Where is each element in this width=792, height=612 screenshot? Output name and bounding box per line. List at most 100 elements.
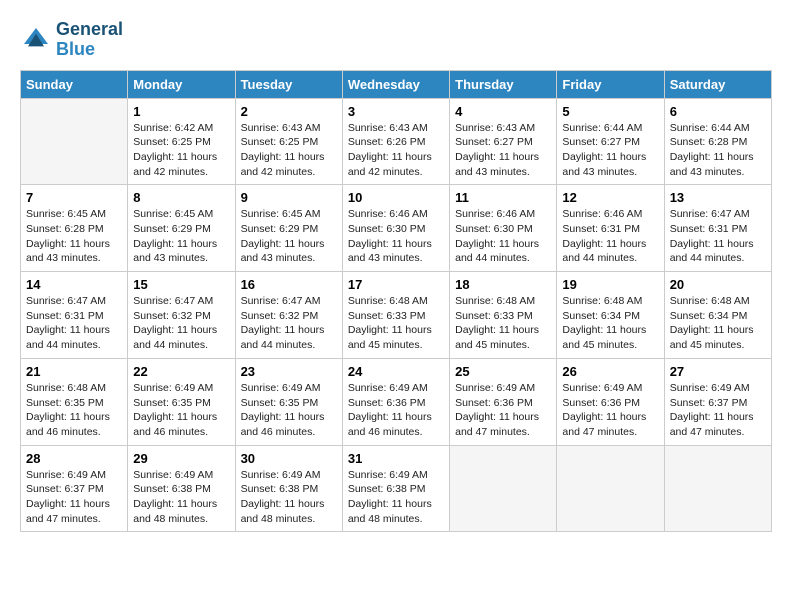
cell-info: Sunrise: 6:49 AMSunset: 6:37 PMDaylight:… [26, 468, 122, 527]
day-header-tuesday: Tuesday [235, 70, 342, 98]
cell-info: Sunrise: 6:49 AMSunset: 6:35 PMDaylight:… [133, 381, 229, 440]
calendar-cell: 21 Sunrise: 6:48 AMSunset: 6:35 PMDaylig… [21, 358, 128, 445]
day-header-saturday: Saturday [664, 70, 771, 98]
calendar-cell: 19 Sunrise: 6:48 AMSunset: 6:34 PMDaylig… [557, 272, 664, 359]
calendar-cell: 12 Sunrise: 6:46 AMSunset: 6:31 PMDaylig… [557, 185, 664, 272]
calendar-cell: 10 Sunrise: 6:46 AMSunset: 6:30 PMDaylig… [342, 185, 449, 272]
calendar-cell: 27 Sunrise: 6:49 AMSunset: 6:37 PMDaylig… [664, 358, 771, 445]
cell-info: Sunrise: 6:49 AMSunset: 6:37 PMDaylight:… [670, 381, 766, 440]
cell-info: Sunrise: 6:47 AMSunset: 6:31 PMDaylight:… [670, 207, 766, 266]
calendar-cell: 16 Sunrise: 6:47 AMSunset: 6:32 PMDaylig… [235, 272, 342, 359]
day-number: 8 [133, 190, 229, 205]
day-number: 16 [241, 277, 337, 292]
calendar-cell: 18 Sunrise: 6:48 AMSunset: 6:33 PMDaylig… [450, 272, 557, 359]
cell-info: Sunrise: 6:45 AMSunset: 6:28 PMDaylight:… [26, 207, 122, 266]
calendar-cell: 25 Sunrise: 6:49 AMSunset: 6:36 PMDaylig… [450, 358, 557, 445]
day-number: 28 [26, 451, 122, 466]
week-row-3: 14 Sunrise: 6:47 AMSunset: 6:31 PMDaylig… [21, 272, 772, 359]
calendar-cell: 4 Sunrise: 6:43 AMSunset: 6:27 PMDayligh… [450, 98, 557, 185]
calendar-cell: 15 Sunrise: 6:47 AMSunset: 6:32 PMDaylig… [128, 272, 235, 359]
cell-info: Sunrise: 6:49 AMSunset: 6:36 PMDaylight:… [562, 381, 658, 440]
day-number: 10 [348, 190, 444, 205]
calendar-cell: 22 Sunrise: 6:49 AMSunset: 6:35 PMDaylig… [128, 358, 235, 445]
calendar-cell [664, 445, 771, 532]
day-header-wednesday: Wednesday [342, 70, 449, 98]
calendar-cell: 30 Sunrise: 6:49 AMSunset: 6:38 PMDaylig… [235, 445, 342, 532]
day-header-friday: Friday [557, 70, 664, 98]
cell-info: Sunrise: 6:44 AMSunset: 6:28 PMDaylight:… [670, 121, 766, 180]
cell-info: Sunrise: 6:48 AMSunset: 6:35 PMDaylight:… [26, 381, 122, 440]
header-row: SundayMondayTuesdayWednesdayThursdayFrid… [21, 70, 772, 98]
calendar-cell: 31 Sunrise: 6:49 AMSunset: 6:38 PMDaylig… [342, 445, 449, 532]
day-header-sunday: Sunday [21, 70, 128, 98]
cell-info: Sunrise: 6:49 AMSunset: 6:36 PMDaylight:… [455, 381, 551, 440]
calendar-cell: 2 Sunrise: 6:43 AMSunset: 6:25 PMDayligh… [235, 98, 342, 185]
day-header-monday: Monday [128, 70, 235, 98]
day-number: 22 [133, 364, 229, 379]
calendar-cell [557, 445, 664, 532]
cell-info: Sunrise: 6:44 AMSunset: 6:27 PMDaylight:… [562, 121, 658, 180]
day-number: 4 [455, 104, 551, 119]
logo-text: General Blue [56, 20, 123, 60]
day-number: 27 [670, 364, 766, 379]
calendar-cell: 1 Sunrise: 6:42 AMSunset: 6:25 PMDayligh… [128, 98, 235, 185]
cell-info: Sunrise: 6:47 AMSunset: 6:31 PMDaylight:… [26, 294, 122, 353]
calendar-cell [450, 445, 557, 532]
day-number: 9 [241, 190, 337, 205]
calendar-cell: 29 Sunrise: 6:49 AMSunset: 6:38 PMDaylig… [128, 445, 235, 532]
day-number: 6 [670, 104, 766, 119]
logo: General Blue [20, 20, 123, 60]
calendar-cell: 23 Sunrise: 6:49 AMSunset: 6:35 PMDaylig… [235, 358, 342, 445]
cell-info: Sunrise: 6:48 AMSunset: 6:34 PMDaylight:… [670, 294, 766, 353]
day-number: 29 [133, 451, 229, 466]
calendar-cell: 11 Sunrise: 6:46 AMSunset: 6:30 PMDaylig… [450, 185, 557, 272]
logo-icon [20, 24, 52, 56]
calendar-cell: 8 Sunrise: 6:45 AMSunset: 6:29 PMDayligh… [128, 185, 235, 272]
day-number: 12 [562, 190, 658, 205]
day-number: 31 [348, 451, 444, 466]
calendar-cell: 17 Sunrise: 6:48 AMSunset: 6:33 PMDaylig… [342, 272, 449, 359]
calendar-cell [21, 98, 128, 185]
cell-info: Sunrise: 6:49 AMSunset: 6:35 PMDaylight:… [241, 381, 337, 440]
cell-info: Sunrise: 6:49 AMSunset: 6:36 PMDaylight:… [348, 381, 444, 440]
cell-info: Sunrise: 6:46 AMSunset: 6:30 PMDaylight:… [348, 207, 444, 266]
week-row-5: 28 Sunrise: 6:49 AMSunset: 6:37 PMDaylig… [21, 445, 772, 532]
cell-info: Sunrise: 6:45 AMSunset: 6:29 PMDaylight:… [133, 207, 229, 266]
day-number: 11 [455, 190, 551, 205]
calendar-cell: 20 Sunrise: 6:48 AMSunset: 6:34 PMDaylig… [664, 272, 771, 359]
cell-info: Sunrise: 6:43 AMSunset: 6:25 PMDaylight:… [241, 121, 337, 180]
day-number: 3 [348, 104, 444, 119]
calendar-cell: 7 Sunrise: 6:45 AMSunset: 6:28 PMDayligh… [21, 185, 128, 272]
day-number: 26 [562, 364, 658, 379]
day-number: 15 [133, 277, 229, 292]
day-number: 2 [241, 104, 337, 119]
week-row-2: 7 Sunrise: 6:45 AMSunset: 6:28 PMDayligh… [21, 185, 772, 272]
calendar-cell: 24 Sunrise: 6:49 AMSunset: 6:36 PMDaylig… [342, 358, 449, 445]
page-header: General Blue [20, 20, 772, 60]
cell-info: Sunrise: 6:49 AMSunset: 6:38 PMDaylight:… [348, 468, 444, 527]
day-number: 23 [241, 364, 337, 379]
calendar-cell: 13 Sunrise: 6:47 AMSunset: 6:31 PMDaylig… [664, 185, 771, 272]
day-number: 13 [670, 190, 766, 205]
calendar-cell: 14 Sunrise: 6:47 AMSunset: 6:31 PMDaylig… [21, 272, 128, 359]
week-row-1: 1 Sunrise: 6:42 AMSunset: 6:25 PMDayligh… [21, 98, 772, 185]
day-number: 19 [562, 277, 658, 292]
calendar-cell: 28 Sunrise: 6:49 AMSunset: 6:37 PMDaylig… [21, 445, 128, 532]
cell-info: Sunrise: 6:48 AMSunset: 6:33 PMDaylight:… [348, 294, 444, 353]
calendar-cell: 26 Sunrise: 6:49 AMSunset: 6:36 PMDaylig… [557, 358, 664, 445]
day-number: 30 [241, 451, 337, 466]
cell-info: Sunrise: 6:47 AMSunset: 6:32 PMDaylight:… [133, 294, 229, 353]
calendar-cell: 9 Sunrise: 6:45 AMSunset: 6:29 PMDayligh… [235, 185, 342, 272]
cell-info: Sunrise: 6:43 AMSunset: 6:27 PMDaylight:… [455, 121, 551, 180]
calendar-table: SundayMondayTuesdayWednesdayThursdayFrid… [20, 70, 772, 533]
day-number: 25 [455, 364, 551, 379]
day-number: 24 [348, 364, 444, 379]
calendar-cell: 6 Sunrise: 6:44 AMSunset: 6:28 PMDayligh… [664, 98, 771, 185]
day-number: 20 [670, 277, 766, 292]
day-number: 1 [133, 104, 229, 119]
cell-info: Sunrise: 6:48 AMSunset: 6:33 PMDaylight:… [455, 294, 551, 353]
day-number: 5 [562, 104, 658, 119]
calendar-cell: 5 Sunrise: 6:44 AMSunset: 6:27 PMDayligh… [557, 98, 664, 185]
cell-info: Sunrise: 6:43 AMSunset: 6:26 PMDaylight:… [348, 121, 444, 180]
day-number: 17 [348, 277, 444, 292]
